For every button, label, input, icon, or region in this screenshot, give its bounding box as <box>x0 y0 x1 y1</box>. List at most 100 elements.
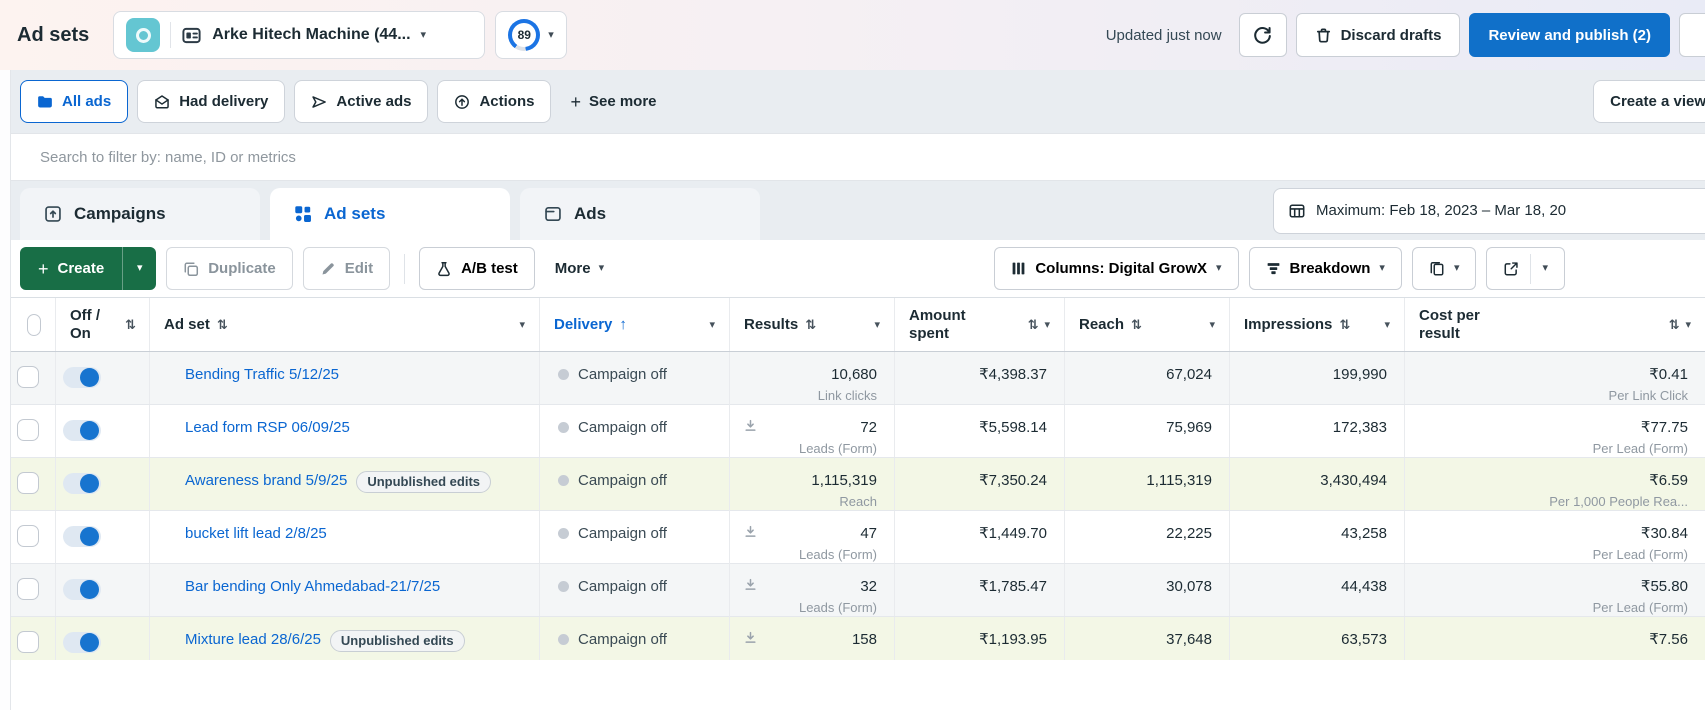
more-options-button[interactable]: ··· <box>1679 13 1705 57</box>
table-row[interactable]: Bending Traffic 5/12/25 Campaign off 10,68… <box>10 352 1705 405</box>
table-row[interactable]: Lead form RSP 06/09/25 Campaign off 72 Lead… <box>10 405 1705 458</box>
filter-actions[interactable]: Actions <box>437 80 552 123</box>
cost-per-result-value: ₹55.80 <box>1640 578 1688 595</box>
topbar: Ad sets Arke Hitech Machine (44... ▾ 89 … <box>0 0 1705 70</box>
ads-manager-app: Ad sets Arke Hitech Machine (44... ▾ 89 … <box>0 0 1705 710</box>
adset-name-link[interactable]: Awareness brand 5/9/25 <box>185 471 347 491</box>
adset-name-link[interactable]: Bending Traffic 5/12/25 <box>185 365 339 385</box>
paper-plane-icon <box>312 95 327 108</box>
see-more-button[interactable]: + See more <box>570 93 656 111</box>
adset-name-link[interactable]: Mixture lead 28/6/25 <box>185 630 321 650</box>
header-impressions[interactable]: Impressions ⇅ ▾ <box>1230 298 1405 351</box>
account-selector[interactable]: Arke Hitech Machine (44... ▾ <box>113 11 486 59</box>
row-toggle[interactable] <box>63 632 101 653</box>
header-cost-per-result[interactable]: Cost per result ⇅ ▾ <box>1405 298 1705 351</box>
header-delivery[interactable]: Delivery ↑ ▾ <box>540 298 730 351</box>
delivery-status-dot <box>558 369 569 380</box>
row-toggle[interactable] <box>63 579 101 600</box>
duplicate-button[interactable]: Duplicate <box>166 247 293 290</box>
chevron-down-icon[interactable]: ▾ <box>1685 318 1691 331</box>
plus-icon: + <box>38 258 49 279</box>
adset-name-link[interactable]: Bar bending Only Ahmedabad-21/7/25 <box>185 577 440 597</box>
discard-drafts-button[interactable]: Discard drafts <box>1295 13 1461 57</box>
chevron-down-icon[interactable]: ▾ <box>1209 318 1215 331</box>
header-reach[interactable]: Reach ⇅ ▾ <box>1065 298 1230 351</box>
calendar-icon <box>1289 203 1305 218</box>
export-button[interactable]: ▾ <box>1486 247 1565 290</box>
create-button[interactable]: + Create ▾ <box>20 247 157 290</box>
row-toggle[interactable] <box>63 473 101 494</box>
row-checkbox[interactable] <box>17 631 39 653</box>
table-row[interactable]: bucket lift lead 2/8/25 Campaign off 47 Lea… <box>10 511 1705 564</box>
download-icon[interactable] <box>744 525 757 538</box>
cost-per-result-label: Per Link Click <box>1608 388 1688 403</box>
adset-name-link[interactable]: bucket lift lead 2/8/25 <box>185 524 327 544</box>
row-checkbox[interactable] <box>17 419 39 441</box>
tab-ad-sets[interactable]: Ad sets <box>270 188 510 240</box>
table-row[interactable]: Mixture lead 28/6/25 Unpublished edits Cam… <box>10 617 1705 660</box>
download-icon[interactable] <box>744 578 757 591</box>
table-row[interactable]: Bar bending Only Ahmedabad-21/7/25 Campai… <box>10 564 1705 617</box>
results-value: 47 <box>860 525 877 542</box>
sort-icon: ⇅ <box>1668 316 1680 332</box>
business-icon <box>126 18 161 52</box>
row-checkbox[interactable] <box>17 525 39 547</box>
trash-icon <box>1316 27 1330 43</box>
amount-spent-value: ₹1,193.95 <box>979 631 1047 648</box>
header-ad-set[interactable]: Ad set ⇅ ▾ <box>150 298 540 351</box>
sort-icon: ⇅ <box>1131 316 1142 332</box>
chevron-down-icon[interactable]: ▾ <box>709 318 715 331</box>
amount-spent-value: ₹4,398.37 <box>979 366 1047 383</box>
reports-icon <box>1430 261 1444 275</box>
filter-active-ads[interactable]: Active ads <box>294 80 429 123</box>
chevron-down-icon[interactable]: ▾ <box>1044 318 1050 331</box>
create-view-button[interactable]: Create a view <box>1593 80 1705 123</box>
reports-button[interactable]: ▾ <box>1411 247 1477 290</box>
table-row[interactable]: Awareness brand 5/9/25 Unpublished edits C… <box>10 458 1705 511</box>
sort-icon: ⇅ <box>1027 316 1039 332</box>
amount-spent-value: ₹5,598.14 <box>979 419 1047 436</box>
header-off-on[interactable]: Off / On ⇅ <box>56 298 150 351</box>
cost-per-result-label: Per 1,000 People Rea... <box>1549 494 1688 509</box>
tab-campaigns[interactable]: Campaigns <box>20 188 260 240</box>
chevron-down-icon: ▾ <box>1379 262 1385 274</box>
download-icon[interactable] <box>744 419 757 432</box>
delivery-status: Campaign off <box>578 366 667 383</box>
arrow-up-circle-icon <box>455 94 470 109</box>
breakdown-button[interactable]: Breakdown ▾ <box>1248 247 1402 290</box>
create-dropdown[interactable]: ▾ <box>122 247 157 290</box>
chevron-down-icon[interactable]: ▾ <box>519 318 525 331</box>
row-checkbox[interactable] <box>17 472 39 494</box>
filter-had-delivery[interactable]: Had delivery <box>137 80 286 123</box>
chevron-down-icon[interactable]: ▾ <box>874 318 880 331</box>
more-button[interactable]: More ▾ <box>545 260 614 277</box>
download-icon[interactable] <box>744 631 757 644</box>
sort-up-icon: ↑ <box>619 316 627 333</box>
select-all-checkbox[interactable] <box>27 313 41 336</box>
adset-name-link[interactable]: Lead form RSP 06/09/25 <box>185 418 350 438</box>
flask-icon <box>438 261 450 276</box>
chevron-down-icon[interactable]: ▾ <box>1384 318 1390 331</box>
columns-button[interactable]: Columns: Digital GrowX ▾ <box>994 247 1239 290</box>
columns-icon <box>1012 262 1025 275</box>
impressions-value: 44,438 <box>1341 578 1387 595</box>
header-amount-spent[interactable]: Amount spent ⇅ ▾ <box>895 298 1065 351</box>
review-publish-button[interactable]: Review and publish (2) <box>1469 13 1670 57</box>
portfolio-icon <box>181 25 202 46</box>
edit-button[interactable]: Edit <box>302 247 391 290</box>
row-toggle[interactable] <box>63 526 101 547</box>
ab-test-button[interactable]: A/B test <box>419 247 535 290</box>
sort-icon: ⇅ <box>805 316 816 332</box>
account-score-selector[interactable]: 89 ▾ <box>495 11 567 59</box>
results-value: 32 <box>860 578 877 595</box>
row-checkbox[interactable] <box>17 578 39 600</box>
row-toggle[interactable] <box>63 420 101 441</box>
row-toggle[interactable] <box>63 367 101 388</box>
date-range-selector[interactable]: Maximum: Feb 18, 2023 – Mar 18, 20 <box>1273 187 1705 234</box>
filter-all-ads[interactable]: All ads <box>20 80 129 123</box>
search-input[interactable] <box>10 134 1705 180</box>
tab-ads[interactable]: Ads <box>520 188 760 240</box>
header-results[interactable]: Results ⇅ ▾ <box>730 298 895 351</box>
refresh-button[interactable] <box>1238 13 1287 57</box>
row-checkbox[interactable] <box>17 366 39 388</box>
